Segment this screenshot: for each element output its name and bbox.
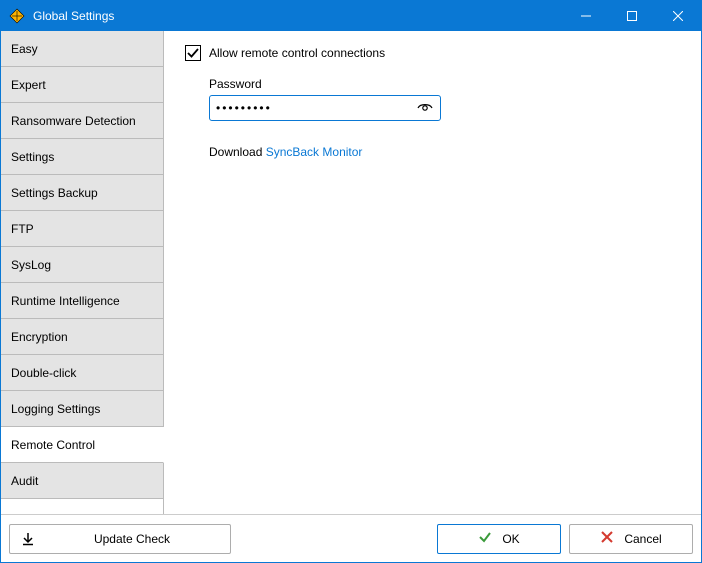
- app-icon: [9, 8, 25, 24]
- minimize-button[interactable]: [563, 1, 609, 31]
- allow-remote-label: Allow remote control connections: [209, 46, 385, 60]
- close-button[interactable]: [655, 1, 701, 31]
- sidebar-item-runtime-intelligence[interactable]: Runtime Intelligence: [1, 283, 164, 319]
- sidebar-item-syslog[interactable]: SysLog: [1, 247, 164, 283]
- password-label: Password: [209, 77, 681, 91]
- sidebar-item-settings-backup[interactable]: Settings Backup: [1, 175, 164, 211]
- sidebar-item-logging-settings[interactable]: Logging Settings: [1, 391, 164, 427]
- ok-button[interactable]: OK: [437, 524, 561, 554]
- download-line: Download SyncBack Monitor: [209, 145, 681, 159]
- maximize-button[interactable]: [609, 1, 655, 31]
- window-title: Global Settings: [33, 9, 563, 23]
- sidebar-item-label: Logging Settings: [11, 402, 100, 416]
- sidebar-item-label: Runtime Intelligence: [11, 294, 120, 308]
- sidebar: Easy Expert Ransomware Detection Setting…: [1, 31, 165, 514]
- sidebar-item-audit[interactable]: Audit: [1, 463, 164, 499]
- cancel-label: Cancel: [624, 532, 661, 546]
- sidebar-item-easy[interactable]: Easy: [1, 31, 164, 67]
- ok-label: OK: [502, 532, 519, 546]
- update-check-button[interactable]: Update Check: [9, 524, 231, 554]
- sidebar-item-ransomware-detection[interactable]: Ransomware Detection: [1, 103, 164, 139]
- password-input[interactable]: [216, 101, 416, 115]
- cancel-button[interactable]: Cancel: [569, 524, 693, 554]
- download-prefix: Download: [209, 145, 266, 159]
- password-field-wrap: [209, 95, 441, 121]
- sidebar-item-label: Audit: [11, 474, 38, 488]
- main-area: Easy Expert Ransomware Detection Setting…: [1, 31, 701, 514]
- update-check-label: Update Check: [46, 532, 218, 546]
- content-panel: Allow remote control connections Passwor…: [165, 31, 701, 514]
- allow-remote-row: Allow remote control connections: [185, 45, 681, 61]
- sidebar-item-label: Expert: [11, 78, 46, 92]
- sidebar-spacer: [1, 499, 164, 514]
- allow-remote-checkbox[interactable]: [185, 45, 201, 61]
- sidebar-item-label: SysLog: [11, 258, 51, 272]
- sidebar-item-settings[interactable]: Settings: [1, 139, 164, 175]
- sidebar-item-label: Ransomware Detection: [11, 114, 136, 128]
- sidebar-item-label: Remote Control: [11, 438, 95, 452]
- sidebar-item-label: Settings Backup: [11, 186, 98, 200]
- sidebar-item-expert[interactable]: Expert: [1, 67, 164, 103]
- sidebar-item-label: Encryption: [11, 330, 68, 344]
- sidebar-item-label: Settings: [11, 150, 54, 164]
- check-icon: [478, 530, 492, 547]
- titlebar: Global Settings: [1, 1, 701, 31]
- sidebar-item-ftp[interactable]: FTP: [1, 211, 164, 247]
- sidebar-item-encryption[interactable]: Encryption: [1, 319, 164, 355]
- reveal-password-icon[interactable]: [416, 99, 434, 117]
- sidebar-item-label: Easy: [11, 42, 38, 56]
- footer: Update Check OK Cancel: [1, 514, 701, 562]
- download-icon: [20, 532, 36, 546]
- syncback-monitor-link[interactable]: SyncBack Monitor: [266, 145, 363, 159]
- sidebar-item-remote-control[interactable]: Remote Control: [1, 427, 164, 463]
- sidebar-item-label: Double-click: [11, 366, 76, 380]
- close-icon: [600, 530, 614, 547]
- sidebar-item-label: FTP: [11, 222, 34, 236]
- sidebar-item-double-click[interactable]: Double-click: [1, 355, 164, 391]
